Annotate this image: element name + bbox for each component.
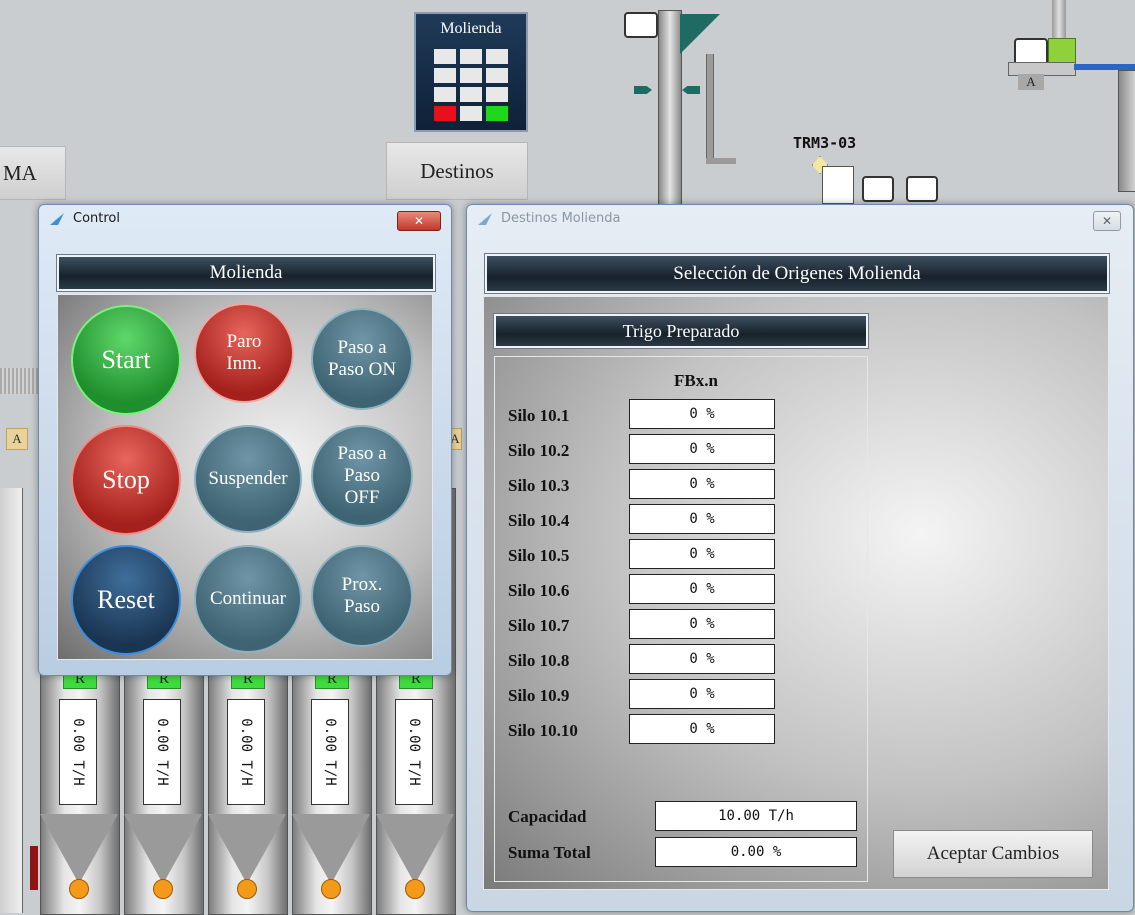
silo-value-field[interactable]: 0 % [629,644,775,674]
motor-icon [624,12,658,38]
silo-label: Silo 10.9 [508,686,570,705]
suspender-button[interactable]: Suspender [194,425,302,533]
pipe-icon [706,54,714,164]
control-window-titlebar[interactable]: Control [49,211,120,226]
silo-label: Silo 10.5 [508,546,570,565]
silo-value-field[interactable]: 0 % [629,714,775,744]
a-label-left: A [6,428,28,450]
hopper-outlet-icon [321,879,341,899]
suma-total-label: Suma Total [508,843,591,862]
molienda-tile-grid [434,49,508,121]
destinos-window-titlebar[interactable]: Destinos Molienda [477,211,620,226]
silo-label: Silo 10.4 [508,511,570,530]
suma-total-field: 0.00 % [655,837,857,867]
control-banner: Molienda [56,254,436,292]
reset-button[interactable]: Reset [71,545,181,655]
silo-value-field[interactable]: 0 % [629,434,775,464]
silo-label: Silo 10.10 [508,721,578,740]
hopper-outlet-icon [153,879,173,899]
top-right-a-label: A [1018,74,1044,90]
stop-button[interactable]: Stop [71,425,181,535]
start-button[interactable]: Start [71,305,181,415]
nav-button-destinos-label: Destinos [420,158,494,183]
hopper-outlet-icon [237,879,257,899]
close-icon[interactable]: ✕ [397,211,441,231]
silo-label: Silo 10.1 [508,406,570,425]
control-window: Control ✕ Molienda Start Paro Inm. Paso … [38,204,452,676]
silo-value-field[interactable]: 0 % [629,399,775,429]
destinos-window: Destinos Molienda ✕ Selección de Origene… [466,204,1134,912]
prox-paso-button[interactable]: Prox. Paso [311,545,413,647]
right-edge-equipment-icon [1118,70,1135,192]
hopper-cone-icon [40,814,118,884]
silo-value-field[interactable]: 0 % [629,469,775,499]
top-right-shaft-icon [1052,0,1066,40]
nav-button-ma[interactable]: MA [0,146,66,200]
silo-label: Silo 10.8 [508,651,570,670]
hopper-rate-display: 0.00 T/H [227,699,265,805]
hopper-outlet-icon [405,879,425,899]
paso-a-paso-on-button[interactable]: Paso a Paso ON [311,308,413,410]
control-window-title: Control [73,211,120,226]
valve-left-icon [634,86,652,94]
hopper-cone-icon [208,814,286,884]
continuar-button[interactable]: Continuar [194,545,302,653]
hopper-cone-icon [292,814,370,884]
elevator-column [658,10,682,212]
control-button-panel: Start Paro Inm. Paso a Paso ON Stop Susp… [57,294,433,660]
hopper-cone-icon [124,814,202,884]
app-leaf-icon [478,212,492,225]
trm-body-icon [822,166,854,204]
silo-value-field[interactable]: 0 % [629,504,775,534]
hopper-rate-display: 0.00 T/H [395,699,433,805]
capacidad-label: Capacidad [508,807,587,826]
silo-value-field[interactable]: 0 % [629,574,775,604]
silo-value-field[interactable]: 0 % [629,609,775,639]
nav-button-ma-label: MA [3,160,37,185]
molienda-tile[interactable]: Molienda [414,12,528,132]
hopper-rate-display: 0.00 T/H [143,699,181,805]
nav-button-destinos[interactable]: Destinos [386,142,528,200]
column-header: FBx.n [674,371,718,390]
app-leaf-icon [50,212,64,225]
destinos-window-title: Destinos Molienda [501,211,621,226]
trm-motor2-icon [906,176,938,202]
hopper-rate-display: 0.00 T/H [59,699,97,805]
molienda-tile-label: Molienda [440,20,502,37]
valve-right-icon [682,86,700,94]
silo-label: Silo 10.2 [508,441,570,460]
capacidad-field[interactable]: 10.00 T/h [655,801,857,831]
paro-inmediato-button[interactable]: Paro Inm. [194,303,294,403]
silo-value-field[interactable]: 0 % [629,539,775,569]
silo-label: Silo 10.6 [508,581,570,600]
top-right-green-block-icon [1048,38,1076,64]
close-icon[interactable]: ✕ [1093,211,1121,231]
trm-motor-icon [862,176,894,202]
silo-label: Silo 10.3 [508,476,570,495]
left-gauge [0,488,23,913]
destinos-panel: Trigo Preparado FBx.n Silo 10.1 0 % Silo… [483,296,1109,890]
silo-label: Silo 10.7 [508,616,570,635]
hopper-strip [0,368,40,394]
hopper-outlet-icon [69,879,89,899]
aceptar-cambios-button[interactable]: Aceptar Cambios [893,830,1093,878]
silo-value-field[interactable]: 0 % [629,679,775,709]
hopper-rate-display: 0.00 T/H [311,699,349,805]
pipe-bend-icon [706,158,736,164]
equipment-tag: TRM3-03 [793,134,857,152]
left-gauge-level [30,846,38,890]
elevator-head-icon [680,14,720,54]
hopper-cone-icon [376,814,454,884]
trigo-preparado-banner: Trigo Preparado [493,313,869,349]
destinos-banner: Selección de Origenes Molienda [484,253,1110,294]
paso-a-paso-off-button[interactable]: Paso a Paso OFF [311,425,413,527]
